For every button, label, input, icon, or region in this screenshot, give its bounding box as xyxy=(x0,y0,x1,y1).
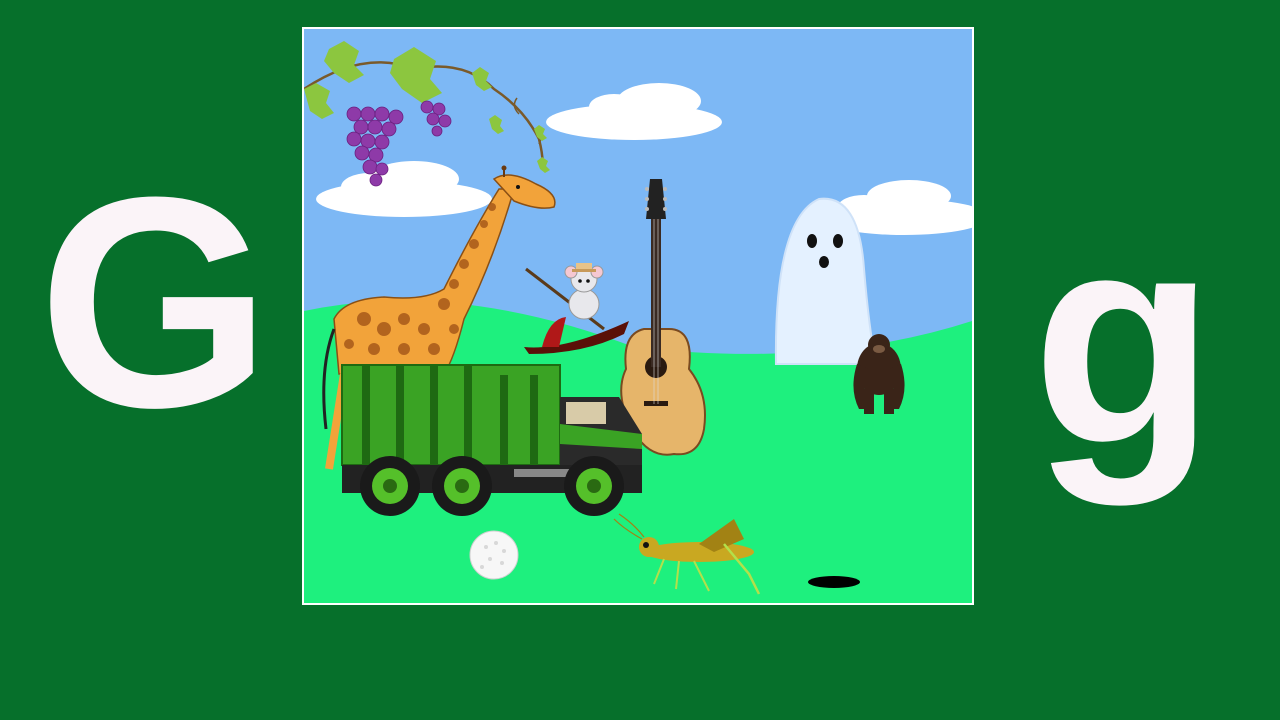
illustration-panel xyxy=(302,27,974,605)
golf-ball xyxy=(469,530,519,580)
uppercase-letter: G xyxy=(38,134,272,470)
lowercase-letter: g xyxy=(1032,170,1216,506)
golf-hole xyxy=(808,576,860,588)
